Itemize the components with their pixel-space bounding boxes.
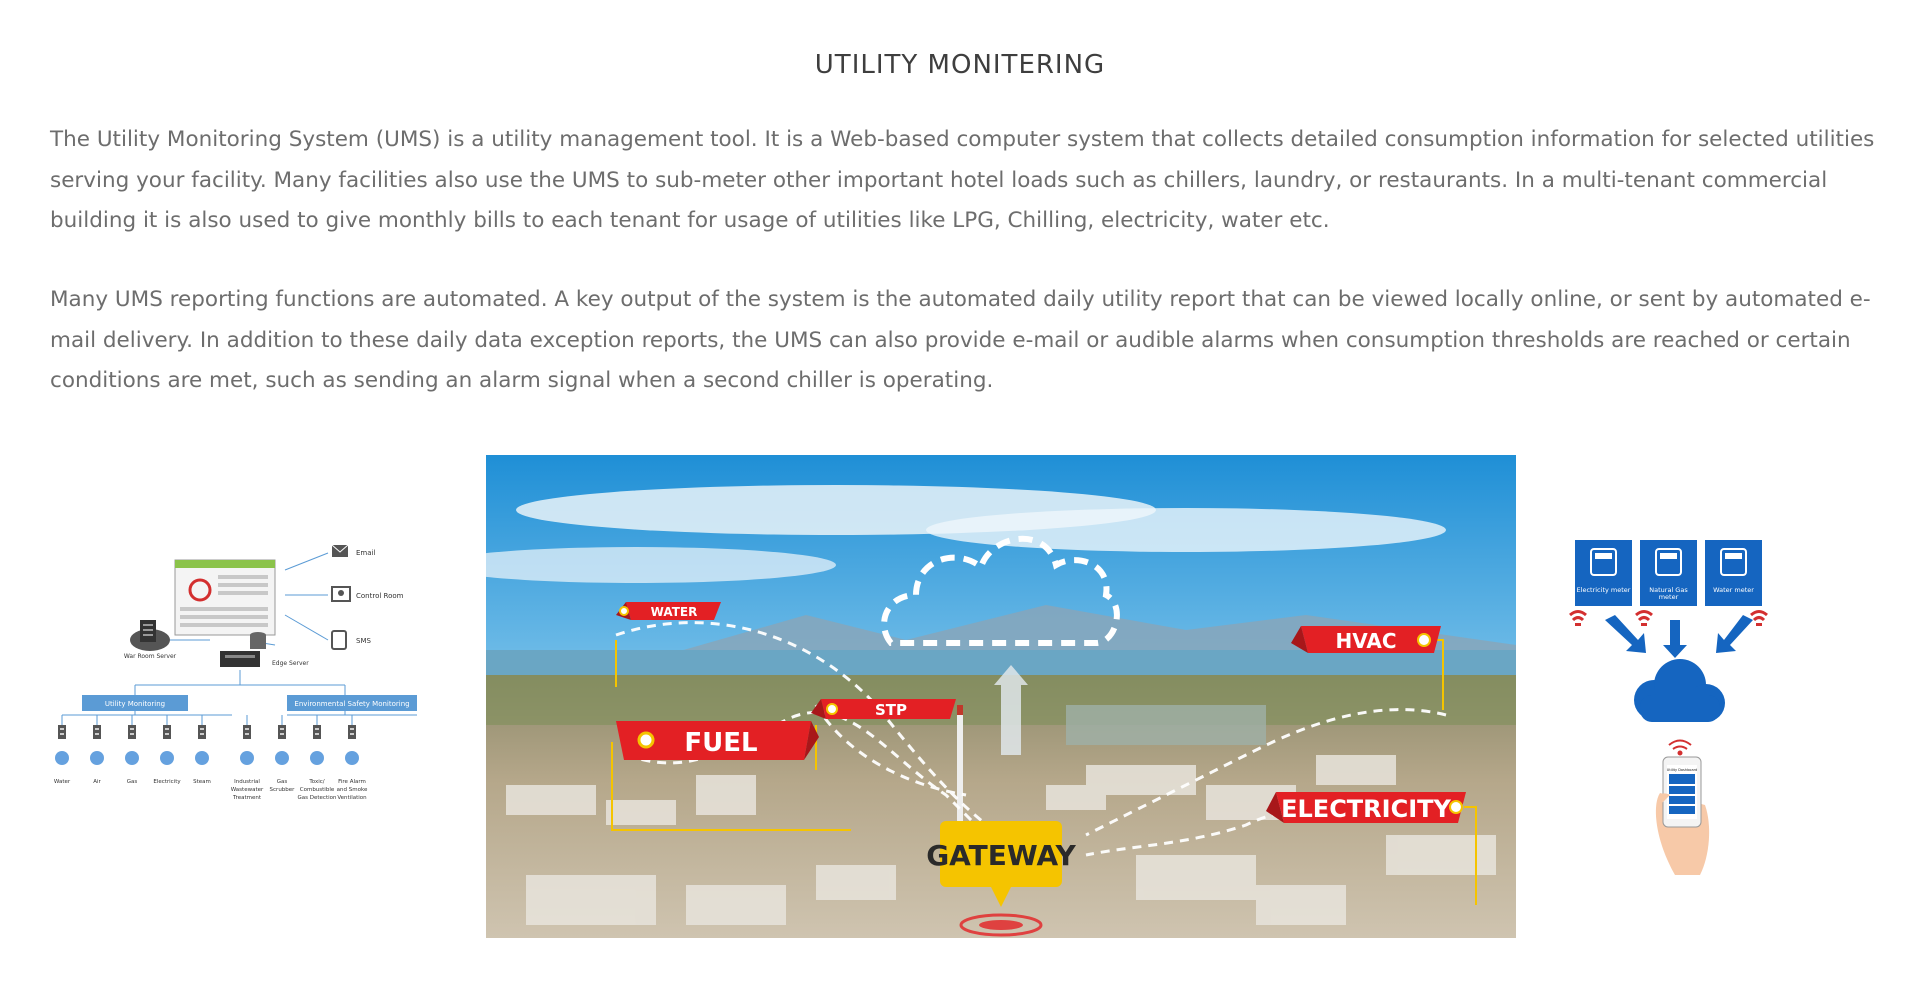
output-label-email: Email	[356, 549, 375, 557]
safety-transmitter-3	[348, 725, 356, 739]
utility-item-label-2-0: Gas	[127, 779, 138, 785]
safety-item-label-2-0: Toxic/	[308, 779, 324, 785]
utility-item-icon-4	[195, 751, 209, 765]
building-6	[1386, 835, 1496, 875]
meter-label-0-0: Electricity meter	[1577, 586, 1631, 594]
svg-text:HVAC: HVAC	[1335, 629, 1396, 653]
utility-item-label-1-0: Air	[93, 779, 101, 785]
utility-transmitter-0	[58, 725, 66, 739]
war-room-server-icon	[130, 620, 170, 651]
safety-item-label-0-1: Wastewater	[231, 787, 264, 793]
safety-item-label-3-0: Fire Alarm	[338, 779, 366, 785]
building-11	[1256, 885, 1346, 925]
signal-icon-2	[1750, 610, 1768, 617]
gateway-infographic: WATER STP FUEL HVAC ELECTRICITY GATEWAY	[486, 455, 1516, 938]
svg-text:GATEWAY: GATEWAY	[926, 839, 1076, 872]
safety-transmitter-0	[243, 725, 251, 739]
svg-text:ELECTRICITY: ELECTRICITY	[1281, 795, 1451, 823]
sms-icon	[331, 630, 347, 650]
safety-item-label-3-1: and Smoke	[337, 787, 368, 793]
svg-text:STP: STP	[875, 701, 907, 719]
utility-item-icon-0	[55, 751, 69, 765]
safety-transmitter-1	[278, 725, 286, 739]
utility-item-label-3-0: Electricity	[153, 779, 181, 785]
cloud-icon	[1634, 659, 1725, 722]
safety-item-label-0-2: Treatment	[232, 795, 262, 801]
edge-server-icon	[220, 632, 266, 667]
output-label-control-room: Control Room	[356, 592, 404, 600]
group-environmental-safety: Environmental Safety Monitoring	[294, 700, 409, 708]
phone-icon: Utility Dashboard	[1655, 756, 1710, 875]
electricity-label: ELECTRICITY	[1266, 792, 1466, 823]
building-1	[606, 800, 676, 825]
stp-label: STP	[811, 699, 956, 719]
safety-item-label-3-2: Ventilation	[337, 795, 367, 801]
safety-item-label-1-0: Gas	[277, 779, 288, 785]
signal-icon-0	[1569, 610, 1587, 617]
building-12	[1046, 785, 1106, 810]
safety-item-label-2-2: Gas Detection	[298, 795, 337, 801]
safety-item-label-0-0: Industrial	[234, 779, 260, 785]
meter-label-2-0: Water meter	[1713, 586, 1754, 594]
building-7	[1136, 855, 1256, 900]
safety-item-icon-2	[310, 751, 324, 765]
safety-item-icon-0	[240, 751, 254, 765]
safety-transmitter-2	[313, 725, 321, 739]
building-5	[1316, 755, 1396, 785]
svg-text:WATER: WATER	[651, 605, 698, 619]
building-8	[526, 875, 656, 925]
wifi-icon	[1668, 739, 1692, 756]
safety-item-icon-3	[345, 751, 359, 765]
automation-paragraph: Many UMS reporting functions are automat…	[50, 287, 1871, 393]
utility-item-icon-1	[90, 751, 104, 765]
utility-transmitter-4	[198, 725, 206, 739]
safety-item-icon-1	[275, 751, 289, 765]
building-9	[686, 885, 786, 925]
fuel-label: FUEL	[616, 721, 819, 760]
war-room-server-label: War Room Server	[124, 653, 177, 660]
intro-paragraph: The Utility Monitoring System (UMS) is a…	[50, 127, 1875, 233]
building-0	[506, 785, 596, 815]
meter-label-1-1: meter	[1659, 593, 1679, 601]
phone-title: Utility Dashboard	[1667, 768, 1697, 772]
meter-network-diagram: Electricity meter Natural Gas meter Water m…	[1560, 535, 1805, 880]
safety-item-label-2-1: Combustible	[300, 787, 335, 793]
page: UTILITY MONITERING The Utility Monitorin…	[0, 0, 1920, 1001]
hvac-label: HVAC	[1291, 626, 1441, 653]
utility-item-icon-3	[160, 751, 174, 765]
water-label: WATER	[616, 602, 721, 620]
building-2	[696, 775, 756, 815]
utility-transmitter-2	[128, 725, 136, 739]
signal-icon-1	[1635, 610, 1653, 617]
svg-text:FUEL: FUEL	[684, 728, 757, 758]
utility-transmitter-1	[93, 725, 101, 739]
building-10	[816, 865, 896, 900]
output-label-sms: SMS	[356, 637, 371, 645]
safety-item-label-1-1: Scrubber	[270, 787, 296, 793]
edge-server-label: Edge Server	[272, 660, 309, 667]
utility-transmitter-3	[163, 725, 171, 739]
group-utility-monitoring: Utility Monitoring	[105, 700, 165, 708]
utility-item-label-0-0: Water	[54, 779, 71, 785]
utility-item-label-4-0: Steam	[193, 779, 211, 785]
page-title: UTILITY MONITERING	[814, 50, 1106, 80]
architecture-diagram: Email Control Room SMS War Room Server E…	[50, 535, 435, 855]
utility-item-icon-2	[125, 751, 139, 765]
